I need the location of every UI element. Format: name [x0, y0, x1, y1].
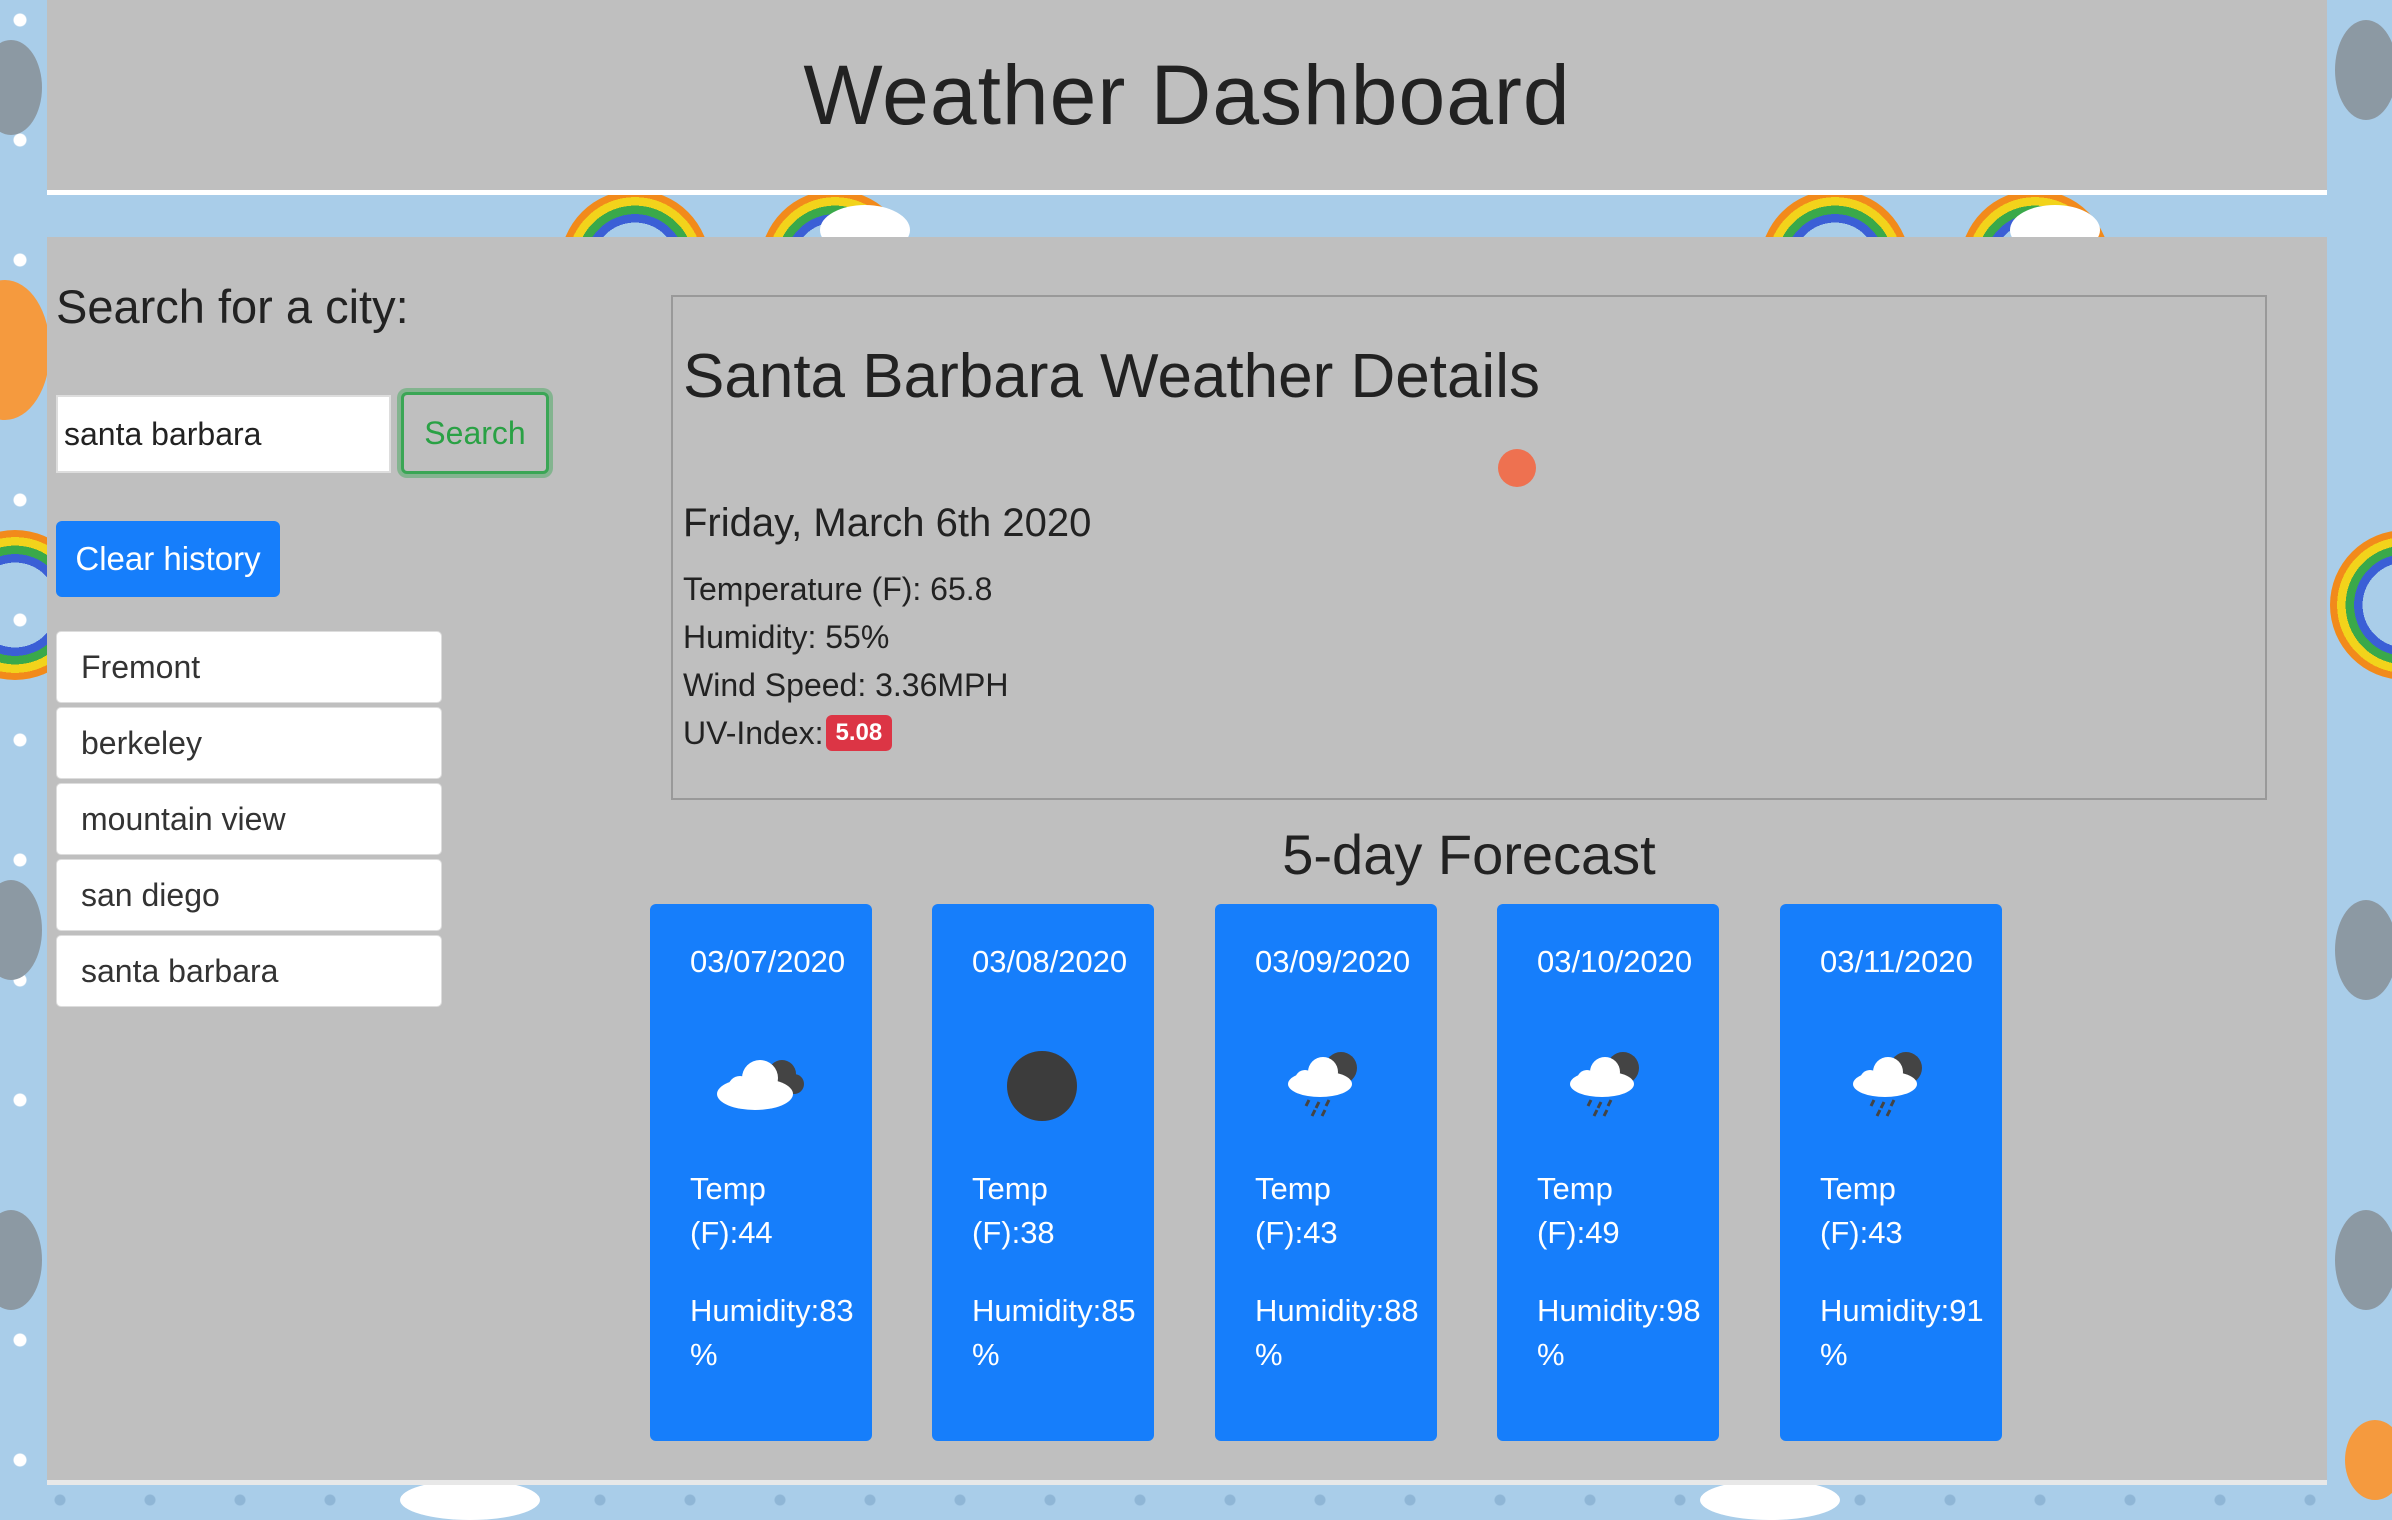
forecast-date: 03/11/2020 — [1820, 944, 1973, 979]
cloud-decoration — [0, 1210, 42, 1310]
forecast-date: 03/10/2020 — [1537, 944, 1693, 979]
search-input[interactable] — [56, 395, 391, 473]
forecast-temp: Temp (F):49 — [1537, 1171, 1620, 1250]
history-item[interactable]: san diego — [56, 859, 442, 931]
city-title: Santa Barbara Weather Details — [683, 342, 1540, 411]
forecast-temp: Temp (F):43 — [1820, 1171, 1903, 1250]
sun-decoration — [2345, 1420, 2392, 1500]
forecast-humidity: Humidity:85 % — [972, 1293, 1136, 1372]
cloudy-night-icon — [717, 1060, 804, 1110]
forecast-card: 03/11/2020 Temp (F):43 Humidity:91 % — [1780, 904, 2002, 1441]
sun-decoration — [0, 280, 50, 420]
cloud-decoration — [2335, 1210, 2392, 1310]
rain-night-icon — [1853, 1052, 1922, 1117]
temperature-text: Temperature (F): 65.8 — [683, 571, 993, 607]
cloud-decoration — [2335, 20, 2392, 120]
forecast-temp: Temp (F):43 — [1255, 1171, 1338, 1250]
main-panel: Search for a city: Search Clear history … — [47, 237, 2327, 1485]
history-item[interactable]: mountain view — [56, 783, 442, 855]
page-title: Weather Dashboard — [803, 47, 1571, 142]
forecast-temp: Temp (F):44 — [690, 1171, 773, 1250]
forecast-temp: Temp (F):38 — [972, 1171, 1055, 1250]
history-item[interactable]: Fremont — [56, 631, 442, 703]
cloud-decoration — [0, 880, 42, 980]
forecast-humidity: Humidity:88 % — [1255, 1293, 1419, 1372]
cloud-decoration — [0, 40, 42, 135]
forecast-date: 03/07/2020 — [690, 944, 846, 979]
search-label: Search for a city: — [56, 280, 409, 333]
forecast-card: 03/09/2020 Temp (F):43 Humidity:88 % — [1215, 904, 1437, 1441]
forecast-humidity: Humidity:83 % — [690, 1293, 854, 1372]
wind-speed-text: Wind Speed: 3.36MPH — [683, 667, 1009, 703]
forecast-date: 03/09/2020 — [1255, 944, 1411, 979]
rainbow-decoration — [2330, 530, 2392, 680]
current-weather-card: Santa Barbara Weather Details Friday, Ma… — [671, 295, 2267, 800]
forecast-humidity: Humidity:91 % — [1820, 1293, 1984, 1372]
search-history-list: Fremont berkeley mountain view san diego… — [56, 631, 442, 1011]
forecast-card: 03/07/2020 Temp (F):44 Humidity:83 % — [650, 904, 872, 1441]
rain-night-icon — [1288, 1052, 1357, 1117]
uv-index-label: UV-Index: — [683, 715, 824, 751]
cloud-decoration — [2335, 900, 2392, 1000]
cloud-decoration — [400, 1480, 540, 1520]
forecast-date: 03/08/2020 — [972, 944, 1128, 979]
weather-icon — [1498, 449, 1536, 487]
history-item[interactable]: berkeley — [56, 707, 442, 779]
clear-history-button[interactable]: Clear history — [56, 521, 280, 597]
uv-index-badge: 5.08 — [825, 715, 893, 751]
history-item[interactable]: santa barbara — [56, 935, 442, 1007]
dark-moon-icon — [1007, 1051, 1077, 1121]
rain-night-icon — [1570, 1052, 1639, 1117]
forecast-card: 03/08/2020 Temp (F):38 Humidity:85 % — [932, 904, 1154, 1441]
cloud-decoration — [1700, 1480, 1840, 1520]
humidity-text: Humidity: 55% — [683, 619, 890, 655]
forecast-humidity: Humidity:98 % — [1537, 1293, 1701, 1372]
forecast-title: 5-day Forecast — [1282, 823, 1656, 886]
uv-index-row: UV-Index: 5.08 — [683, 715, 893, 752]
current-date: Friday, March 6th 2020 — [683, 501, 1092, 545]
search-button[interactable]: Search — [401, 392, 549, 474]
page-header: Weather Dashboard — [47, 0, 2327, 195]
forecast-card: 03/10/2020 Temp (F):49 Humidity:98 % — [1497, 904, 1719, 1441]
